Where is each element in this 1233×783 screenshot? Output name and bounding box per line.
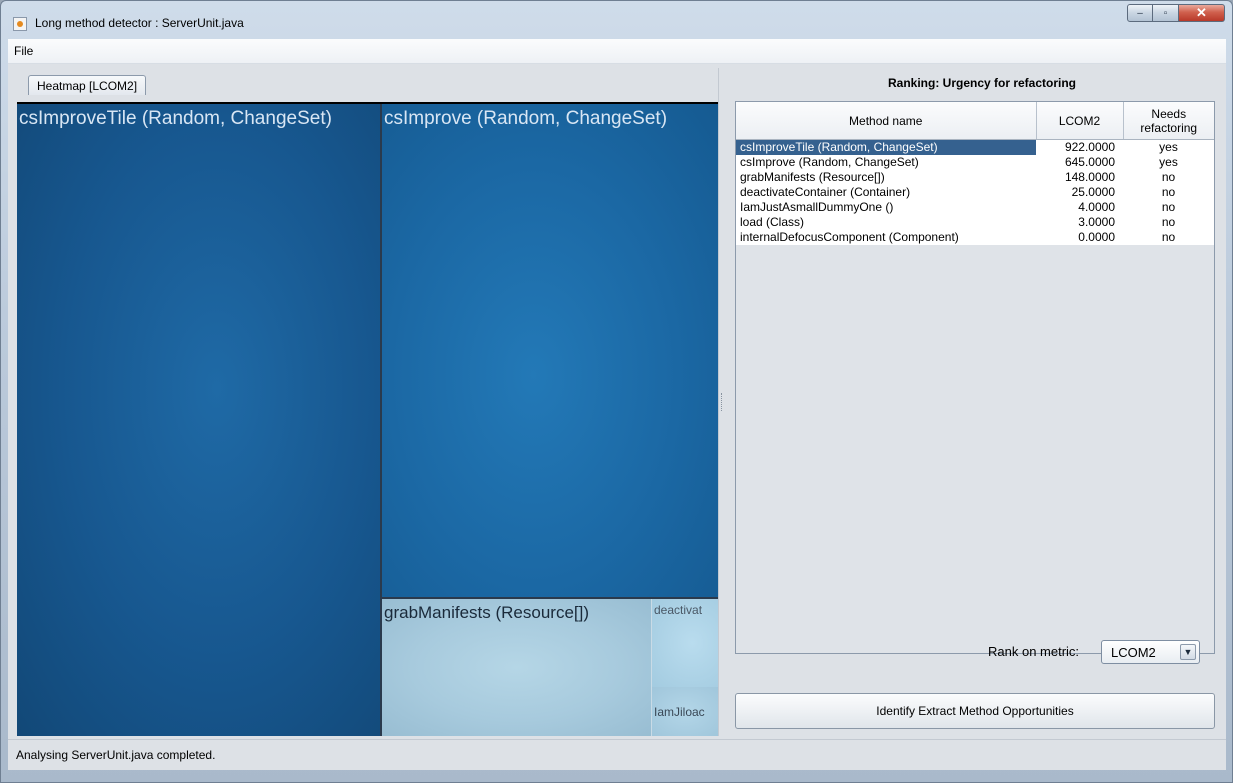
rank-metric-value: LCOM2 xyxy=(1111,645,1156,660)
heatmap-cell[interactable]: csImproveTile (Random, ChangeSet) xyxy=(17,104,382,736)
ranking-table: Method name LCOM2 Needs refactoring csImp… xyxy=(735,101,1215,654)
table-row[interactable]: grabManifests (Resource[]) 148.0000 no xyxy=(736,170,1214,185)
heatmap-treemap: csImproveTile (Random, ChangeSet) csImpr… xyxy=(17,102,719,736)
heatmap-cell[interactable]: IamJiloac xyxy=(652,687,719,736)
table-row[interactable]: internalDefocusComponent (Component) 0.0… xyxy=(736,230,1214,245)
column-header-method-label: Method name xyxy=(849,113,923,128)
window-title: Long method detector : ServerUnit.java xyxy=(35,16,244,30)
cell-method-name: csImproveTile (Random, ChangeSet) xyxy=(736,139,1036,155)
splitter-grip-icon xyxy=(721,393,725,411)
cell-method-name: load (Class) xyxy=(736,215,1036,230)
close-button[interactable]: ✕ xyxy=(1179,4,1225,22)
main-content: Heatmap [LCOM2] csImproveTile (Random, C… xyxy=(8,64,1226,739)
cell-needs-refactoring: no xyxy=(1123,215,1214,230)
cell-method-name: csImprove (Random, ChangeSet) xyxy=(736,155,1036,170)
table-row[interactable]: csImproveTile (Random, ChangeSet) 922.00… xyxy=(736,139,1214,155)
heatmap-cell[interactable]: grabManifests (Resource[]) xyxy=(382,599,652,736)
ranking-title: Ranking: Urgency for refactoring xyxy=(887,76,1077,90)
cell-needs-refactoring: no xyxy=(1123,200,1214,215)
heatmap-cell-label: IamJiloac xyxy=(654,705,705,719)
java-app-icon xyxy=(13,17,27,31)
cell-needs-refactoring: no xyxy=(1123,185,1214,200)
heatmap-cell-label: deactivat xyxy=(654,603,703,617)
minimize-button[interactable]: – xyxy=(1127,4,1153,22)
cell-needs-refactoring: yes xyxy=(1123,155,1214,170)
table-row[interactable]: csImprove (Random, ChangeSet) 645.0000 y… xyxy=(736,155,1214,170)
column-header-needs[interactable]: Needs refactoring xyxy=(1123,102,1214,140)
cell-method-name: IamJustAsmallDummyOne () xyxy=(736,200,1036,215)
cell-method-name: grabManifests (Resource[]) xyxy=(736,170,1036,185)
cell-metric-value: 645.0000 xyxy=(1036,155,1123,170)
cell-metric-value: 25.0000 xyxy=(1036,185,1123,200)
heatmap-cell[interactable]: deactivat xyxy=(652,599,719,687)
cell-metric-value: 922.0000 xyxy=(1036,139,1123,155)
rank-metric-label: Rank on metric: xyxy=(988,644,1080,659)
title-bar[interactable]: Long method detector : ServerUnit.java –… xyxy=(1,1,1232,39)
cell-needs-refactoring: no xyxy=(1123,170,1214,185)
status-text: Analysing ServerUnit.java completed. xyxy=(16,748,216,762)
column-header-needs-line1: Needs xyxy=(1151,106,1187,121)
heatmap-cell[interactable]: csImprove (Random, ChangeSet) xyxy=(382,104,719,599)
status-bar: Analysing ServerUnit.java completed. xyxy=(8,739,1226,770)
cell-metric-value: 4.0000 xyxy=(1036,200,1123,215)
cell-metric-value: 0.0000 xyxy=(1036,230,1123,245)
cell-needs-refactoring: no xyxy=(1123,230,1214,245)
maximize-button[interactable]: ▫ xyxy=(1153,4,1179,22)
identify-extract-method-button[interactable]: Identify Extract Method Opportunities xyxy=(735,693,1215,729)
tab-heatmap[interactable]: Heatmap [LCOM2] xyxy=(28,75,147,95)
column-header-method[interactable]: Method name xyxy=(736,102,1037,140)
table-row[interactable]: IamJustAsmallDummyOne () 4.0000 no xyxy=(736,200,1214,215)
table-row[interactable]: load (Class) 3.0000 no xyxy=(736,215,1214,230)
heatmap-cell-label: grabManifests (Resource[]) xyxy=(384,603,590,622)
cell-needs-refactoring: yes xyxy=(1123,139,1214,155)
window-controls: – ▫ ✕ xyxy=(1127,4,1225,22)
table-row[interactable]: deactivateContainer (Container) 25.0000 … xyxy=(736,185,1214,200)
cell-metric-value: 3.0000 xyxy=(1036,215,1123,230)
cell-metric-value: 148.0000 xyxy=(1036,170,1123,185)
heatmap-cell-label: csImproveTile (Random, ChangeSet) xyxy=(19,108,332,129)
cell-method-name: internalDefocusComponent (Component) xyxy=(736,230,1036,245)
column-header-metric[interactable]: LCOM2 xyxy=(1036,102,1124,140)
split-pane-divider[interactable] xyxy=(718,68,726,736)
rank-metric-select[interactable]: LCOM2 ▼ xyxy=(1101,640,1200,664)
menu-file[interactable]: File xyxy=(14,44,33,58)
menu-bar: File xyxy=(8,39,1226,64)
heatmap-cell-label: csImprove (Random, ChangeSet) xyxy=(384,108,668,129)
column-header-metric-label: LCOM2 xyxy=(1058,113,1101,128)
chevron-down-icon[interactable]: ▼ xyxy=(1180,644,1196,660)
cell-method-name: deactivateContainer (Container) xyxy=(736,185,1036,200)
app-window: Long method detector : ServerUnit.java –… xyxy=(0,0,1233,783)
column-header-needs-line2: refactoring xyxy=(1140,120,1198,135)
